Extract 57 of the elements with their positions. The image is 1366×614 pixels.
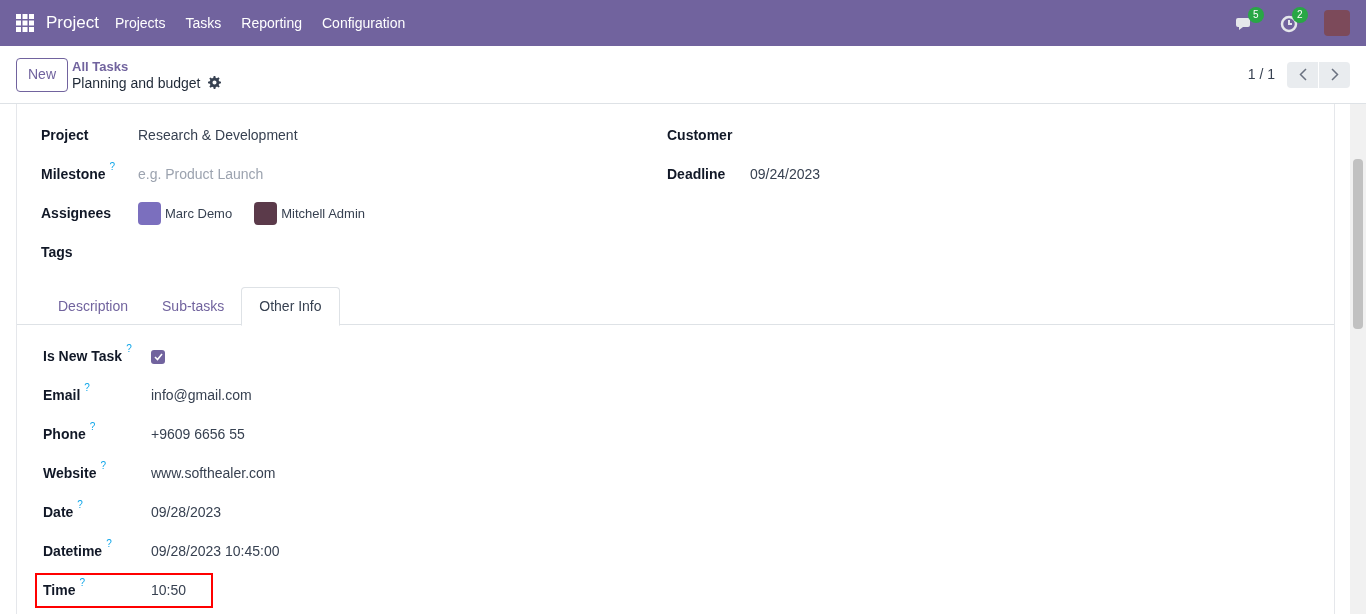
avatar [138, 202, 161, 225]
tab[interactable]: Sub-tasks [145, 287, 242, 326]
help-mark[interactable]: ? [126, 344, 132, 354]
record-title: Planning and budget [72, 74, 201, 91]
field-value: 09/28/2023 10:45:00 [151, 542, 280, 561]
menu-item[interactable]: Projects [114, 12, 166, 34]
apps-grid-icon[interactable] [16, 14, 34, 32]
help-mark[interactable]: ? [84, 383, 90, 393]
menu-item[interactable]: Configuration [322, 12, 406, 34]
checkbox[interactable] [151, 349, 165, 364]
milestone-input[interactable]: e.g. Product Launch [138, 164, 438, 185]
field-value: +9609 6656 55 [151, 425, 245, 444]
new-button[interactable]: New [16, 57, 68, 92]
app-name[interactable]: Project [46, 10, 99, 36]
message-count-badge: 5 [1248, 7, 1264, 23]
field-label: Date [43, 503, 74, 522]
next-button[interactable] [1319, 61, 1350, 88]
clock-icon[interactable] [1280, 15, 1298, 33]
tab[interactable]: Other Info [241, 287, 340, 326]
previous-button[interactable] [1287, 61, 1318, 88]
field-label: Milestone [41, 165, 106, 184]
field-value: Research & Development [138, 126, 298, 145]
field-label: Assignees [41, 204, 112, 223]
field-value: 09/24/2023 [750, 165, 821, 184]
breadcrumb-link[interactable]: All Tasks [72, 58, 222, 75]
field-label: Phone [43, 425, 86, 444]
menu-item[interactable]: Tasks [185, 12, 222, 34]
field-label: Deadline [667, 165, 726, 184]
help-mark[interactable]: ? [100, 461, 106, 471]
chevron-right-icon [1330, 68, 1339, 81]
avatar [254, 202, 278, 225]
menu-item[interactable]: Reporting [241, 12, 302, 34]
field-label: Is New Task [43, 347, 123, 366]
activity-count-badge: 2 [1292, 7, 1308, 23]
field-label: Datetime [43, 542, 103, 561]
field-label: Email [43, 386, 81, 405]
chevron-left-icon [1298, 68, 1307, 81]
field-value: www.softhealer.com [151, 464, 276, 483]
help-mark[interactable]: ? [89, 422, 96, 432]
assignee-name[interactable]: Marc Demo [165, 203, 233, 224]
settings-icon[interactable] [208, 76, 222, 89]
field-label: Tags [41, 243, 73, 262]
scrollbar-thumb[interactable] [1353, 159, 1363, 329]
field-label: Project [41, 126, 89, 145]
field-value: 09/28/2023 [151, 503, 222, 522]
field-label: Time [43, 581, 76, 600]
help-mark[interactable]: ? [106, 539, 112, 549]
field-value: 10:50 [151, 581, 187, 600]
field-label: Customer [667, 126, 733, 145]
field-label: Website [43, 464, 97, 483]
help-mark[interactable]: ? [77, 500, 83, 510]
pager-value: 1 / 1 [1247, 65, 1275, 84]
help-mark[interactable]: ? [109, 162, 116, 172]
tab[interactable]: Description [41, 287, 146, 326]
assignee-name[interactable]: Mitchell Admin [281, 203, 365, 224]
help-mark[interactable]: ? [79, 578, 85, 588]
field-value: info@gmail.com [151, 386, 252, 405]
